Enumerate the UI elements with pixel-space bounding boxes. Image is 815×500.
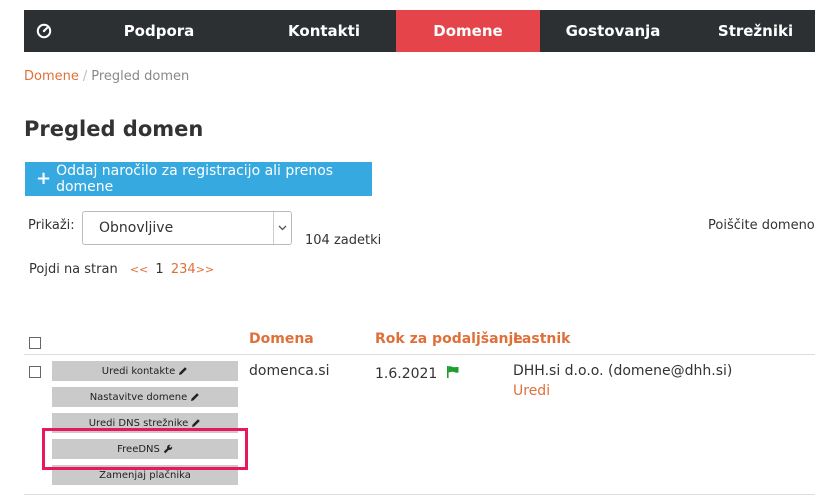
nav-item-strezniki[interactable]: Strežniki xyxy=(686,10,815,52)
flag-icon xyxy=(446,365,460,383)
owner-edit-link[interactable]: Uredi xyxy=(513,383,550,399)
edit-contacts-label: Uredi kontakte xyxy=(101,365,176,377)
domain-name-cell: domenca.si xyxy=(249,363,330,379)
pagination-prev[interactable]: << xyxy=(130,263,148,276)
chevron-down-icon xyxy=(273,212,291,244)
select-all-checkbox[interactable] xyxy=(29,337,41,349)
plus-icon: + xyxy=(36,168,52,189)
pagination-label: Pojdi na stran xyxy=(29,262,118,277)
show-filter-value: Obnovljive xyxy=(99,220,174,236)
domain-settings-button[interactable]: Nastavitve domene xyxy=(52,387,238,407)
breadcrumb-domene-link[interactable]: Domene xyxy=(24,69,79,84)
pagination-page-4[interactable]: 4 xyxy=(187,262,195,277)
pagination: Pojdi na stran << 1 234>> xyxy=(29,262,214,277)
wrench-icon xyxy=(163,444,173,454)
nav-item-kontakti[interactable]: Kontakti xyxy=(252,10,396,52)
order-domain-button-label: Oddaj naročilo za registracijo ali preno… xyxy=(56,163,334,195)
table-row-divider xyxy=(24,494,815,495)
change-payer-label: Zamenjaj plačnika xyxy=(99,469,191,481)
nav-item-gostovanja[interactable]: Gostovanja xyxy=(540,10,686,52)
owner-cell: DHH.si d.o.o. (domene@dhh.si) xyxy=(513,363,733,379)
pencil-icon xyxy=(191,418,201,428)
column-header-renewal[interactable]: Rok za podaljšanje xyxy=(375,331,523,347)
show-filter-label: Prikaži: xyxy=(28,218,75,233)
table-header-divider xyxy=(24,354,815,355)
renewal-date: 1.6.2021 xyxy=(375,366,438,382)
nav-item-podpora[interactable]: Podpora xyxy=(84,10,234,52)
edit-dns-servers-label: Uredi DNS strežnike xyxy=(88,417,189,429)
breadcrumb-current: Pregled domen xyxy=(91,69,190,84)
column-header-owner[interactable]: Lastnik xyxy=(513,331,570,347)
renewal-date-cell: 1.6.2021 xyxy=(375,365,460,383)
pencil-icon xyxy=(178,366,188,376)
order-domain-button[interactable]: + Oddaj naročilo za registracijo ali pre… xyxy=(25,162,372,196)
domain-settings-label: Nastavitve domene xyxy=(89,391,188,403)
breadcrumb: Domene / Pregled domen xyxy=(24,69,189,84)
column-header-domain[interactable]: Domena xyxy=(249,331,314,347)
pagination-page-2[interactable]: 2 xyxy=(171,262,179,277)
speedometer-icon[interactable] xyxy=(24,10,64,52)
breadcrumb-separator: / xyxy=(82,69,88,84)
pagination-next[interactable]: >> xyxy=(196,263,214,276)
change-payer-button[interactable]: Zamenjaj plačnika xyxy=(52,465,238,485)
page-title: Pregled domen xyxy=(24,117,204,141)
edit-dns-servers-button[interactable]: Uredi DNS strežnike xyxy=(52,413,238,433)
row-checkbox[interactable] xyxy=(29,366,41,378)
edit-contacts-button[interactable]: Uredi kontakte xyxy=(52,361,238,381)
freedns-button[interactable]: FreeDNS xyxy=(52,439,238,459)
nav-item-domene[interactable]: Domene xyxy=(396,10,540,52)
pencil-icon xyxy=(190,392,200,402)
top-nav: Podpora Kontakti Domene Gostovanja Strež… xyxy=(24,10,815,52)
results-count: 104 zadetki xyxy=(305,233,382,248)
pagination-page-1: 1 xyxy=(155,262,164,277)
search-domain-label: Poiščite domeno xyxy=(708,218,815,233)
freedns-label: FreeDNS xyxy=(117,443,160,455)
show-filter-select[interactable]: Obnovljive xyxy=(82,211,292,245)
